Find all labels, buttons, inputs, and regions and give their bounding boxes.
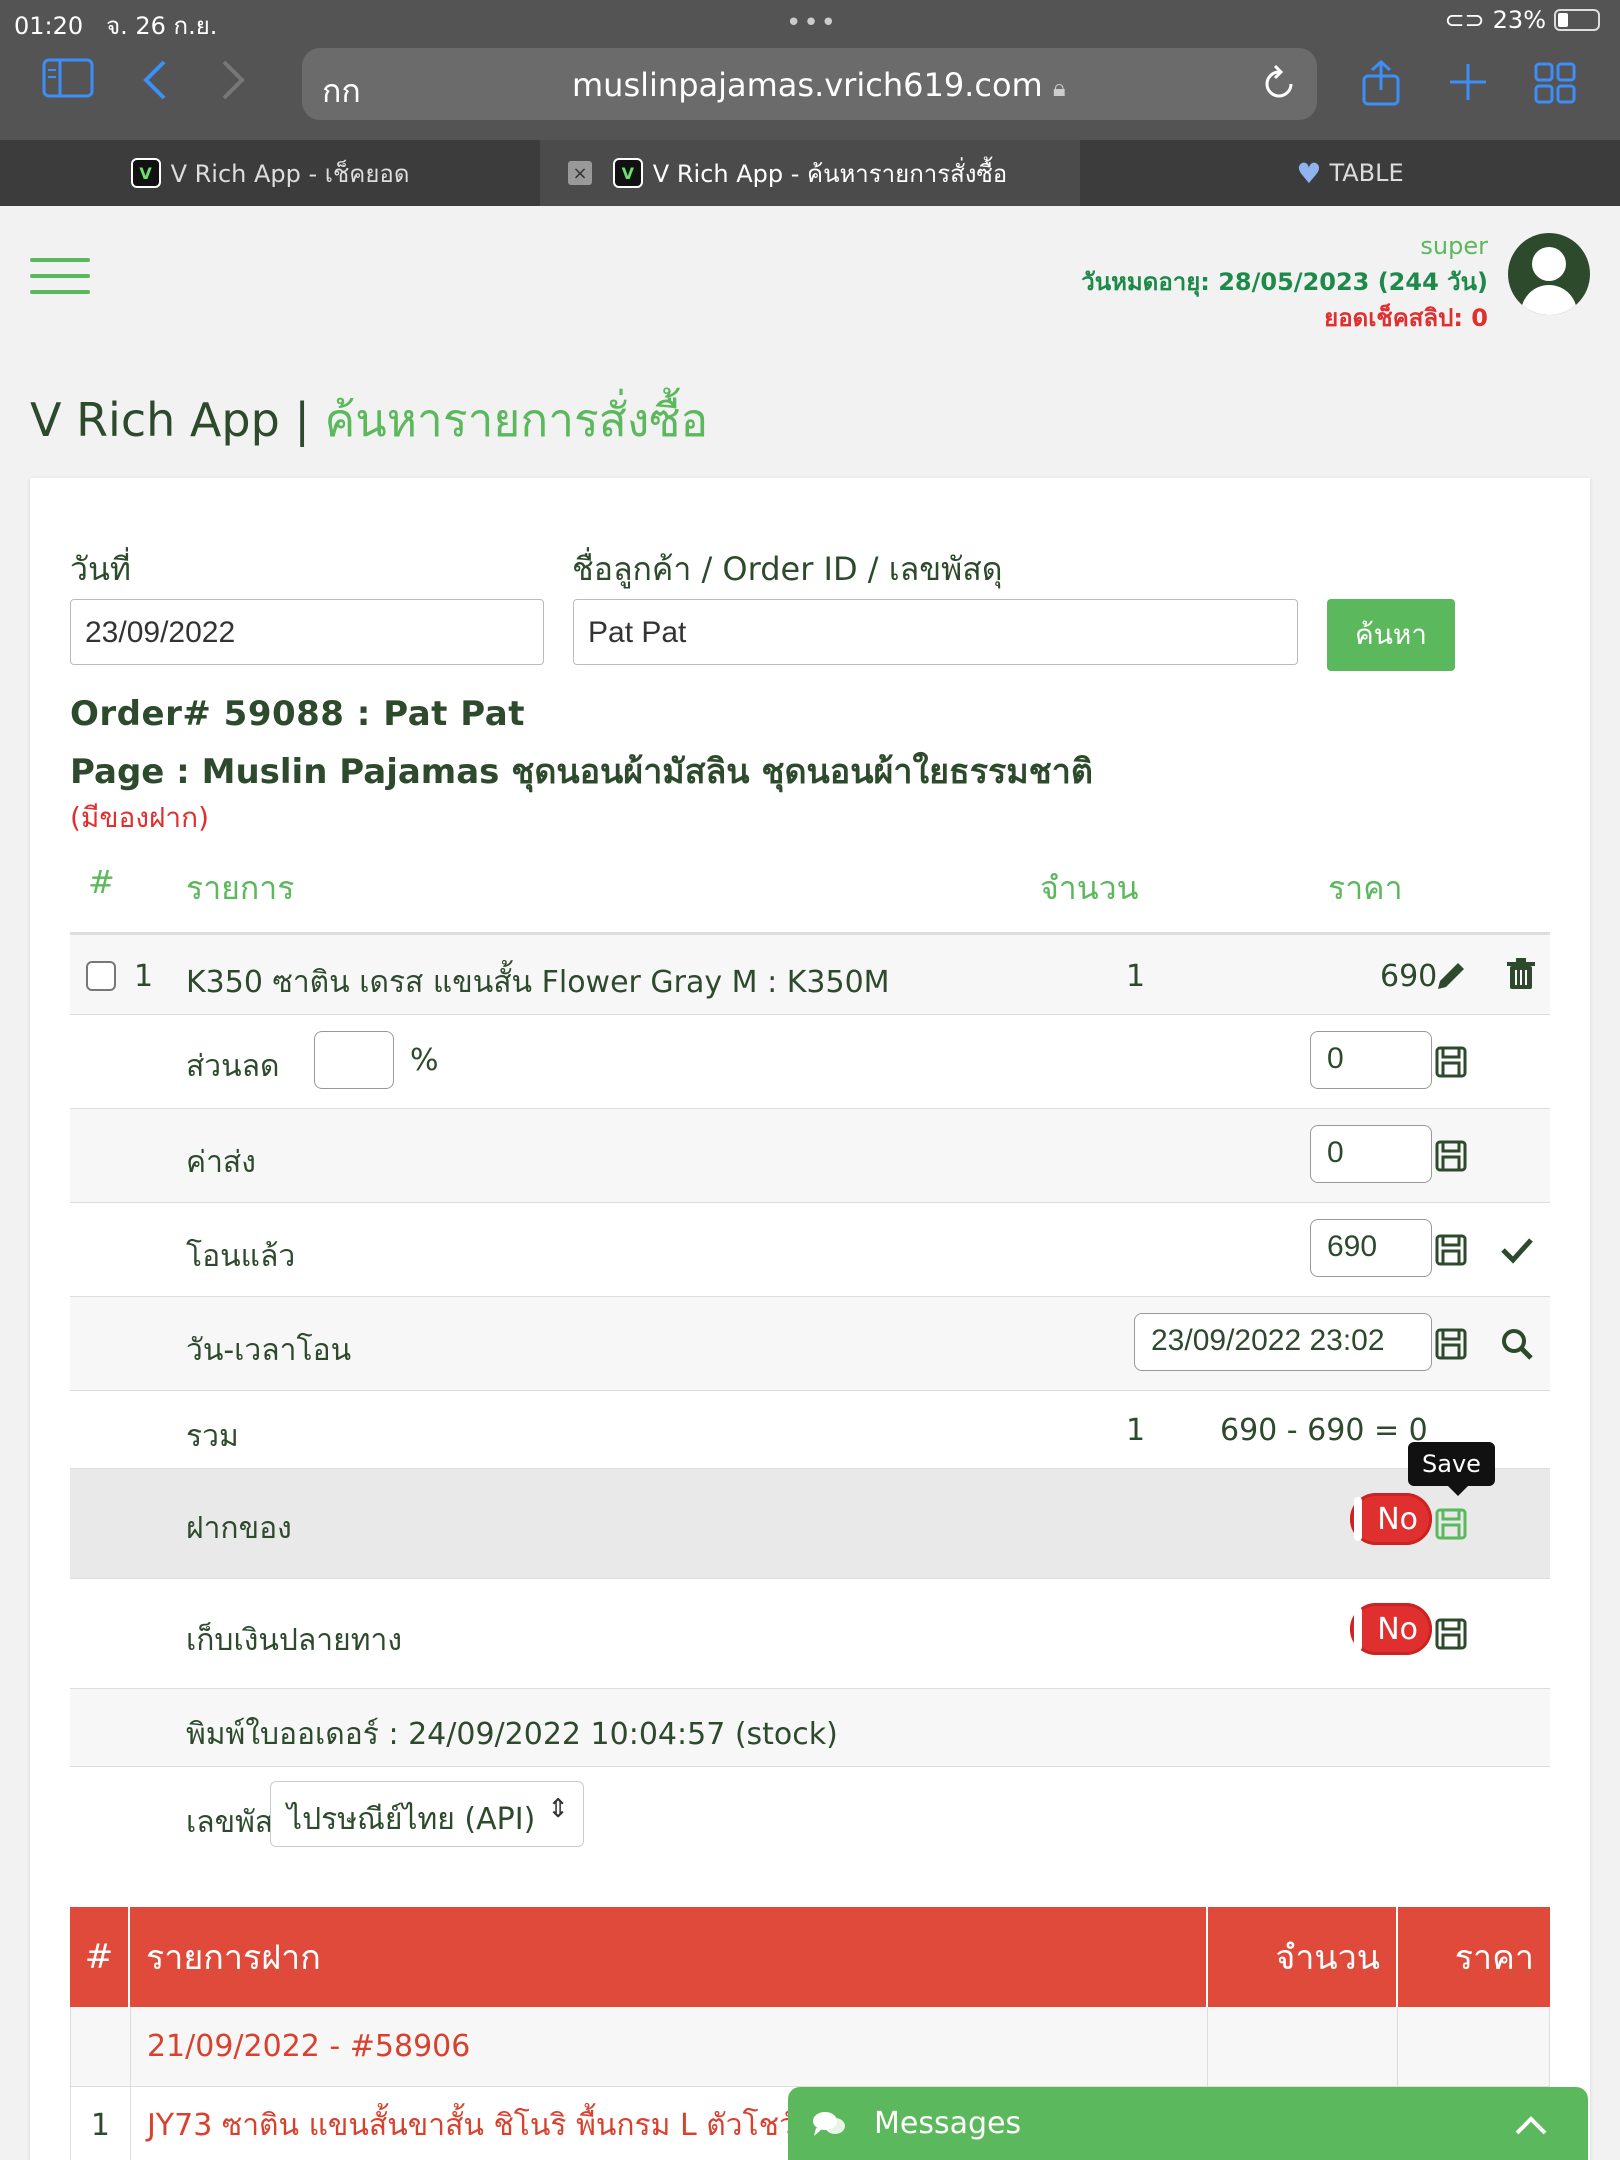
save-paid-icon[interactable]	[1434, 1233, 1468, 1267]
user-info: super วันหมดอายุ: 28/05/2023 (244 วัน) ย…	[1081, 228, 1488, 336]
save-discount-icon[interactable]	[1434, 1045, 1468, 1079]
close-tab-icon[interactable]: ×	[568, 161, 592, 185]
select-arrows-icon: ⇕	[547, 1794, 569, 1824]
page-title: V Rich App | ค้นหารายการสั่งซื้อ	[30, 393, 709, 447]
multitask-dots-icon[interactable]: •••	[786, 8, 838, 38]
printed-info: พิมพ์ใบออเดอร์ : 24/09/2022 10:04:57 (st…	[186, 1717, 838, 1752]
avatar-icon[interactable]	[1508, 233, 1590, 315]
shipping-input[interactable]: 0	[1310, 1125, 1432, 1183]
deposit-group-row: 21/09/2022 - #58906	[70, 2007, 1550, 2087]
save-cod-icon[interactable]	[1434, 1617, 1468, 1651]
paid-row: โอนแล้ว 690	[70, 1202, 1550, 1296]
order-card: วันที่ 23/09/2022 ชื่อลูกค้า / Order ID …	[30, 478, 1590, 2160]
save-shipping-icon[interactable]	[1434, 1139, 1468, 1173]
item-checkbox[interactable]	[86, 961, 116, 991]
status-right: ⊂⊃ 23%	[1444, 6, 1600, 34]
item-price: 690	[1380, 959, 1438, 994]
url-text[interactable]: muslinpajamas.vrich619.com 🔒︎	[572, 66, 1066, 104]
deposit-table-header: # รายการฝาก จำนวน ราคา	[70, 1907, 1550, 2007]
transfer-time-row: วัน-เวลาโอน 23/09/2022 23:02	[70, 1296, 1550, 1390]
search-button[interactable]: ค้นหา	[1327, 599, 1455, 671]
browser-tabs: V V Rich App - เช็คยอด × V V Rich App - …	[0, 140, 1620, 206]
query-label: ชื่อลูกค้า / Order ID / เลขพัสดุ	[572, 550, 1003, 588]
username: super	[1420, 232, 1488, 260]
vrich-favicon-icon: V	[130, 158, 161, 188]
date-input[interactable]: 23/09/2022	[70, 599, 544, 665]
address-bar[interactable]: กก muslinpajamas.vrich619.com 🔒︎	[302, 48, 1317, 120]
check-icon[interactable]	[1500, 1233, 1534, 1267]
shipping-row: ค่าส่ง 0	[70, 1108, 1550, 1202]
save-transfer-time-icon[interactable]	[1434, 1327, 1468, 1361]
tab-overview-icon[interactable]	[1534, 62, 1576, 112]
tab-table[interactable]: ♥ TABLE	[1080, 140, 1620, 206]
cod-toggle[interactable]: No	[1350, 1603, 1432, 1655]
pencil-icon[interactable]	[1434, 959, 1468, 993]
cod-row: เก็บเงินปลายทาง No	[70, 1578, 1550, 1688]
messages-widget[interactable]: Messages	[788, 2087, 1588, 2160]
back-icon[interactable]	[140, 58, 170, 110]
search-icon[interactable]	[1500, 1327, 1534, 1361]
browser-chrome: 01:20 จ. 26 ก.ย. ••• ⊂⊃ 23% กก muslinpaj…	[0, 0, 1620, 140]
trash-icon[interactable]	[1504, 957, 1538, 991]
transfer-time-input[interactable]: 23/09/2022 23:02	[1134, 1313, 1432, 1371]
vrich-favicon-icon: V	[612, 158, 643, 188]
save-deposit-icon[interactable]	[1434, 1507, 1468, 1541]
reload-icon[interactable]	[1261, 62, 1297, 111]
reader-settings-button[interactable]: กก	[322, 66, 361, 117]
discount-percent-input[interactable]	[314, 1031, 394, 1089]
discount-value-input[interactable]: 0	[1310, 1031, 1432, 1089]
order-title: Order# 59088 : Pat Pat	[70, 694, 525, 734]
sidebar-icon[interactable]	[42, 58, 94, 106]
deposit-toggle[interactable]: No	[1350, 1493, 1432, 1545]
chevron-up-icon[interactable]	[1514, 2105, 1548, 2145]
item-name: K350 ซาติน เดรส แขนสั้น Flower Gray M : …	[186, 965, 890, 1000]
printed-row: พิมพ์ใบออเดอร์ : 24/09/2022 10:04:57 (st…	[70, 1688, 1550, 1766]
tab-check-balance[interactable]: V V Rich App - เช็คยอด	[0, 140, 540, 206]
col-qty: จำนวน	[1040, 869, 1139, 907]
col-num: #	[88, 863, 115, 901]
table-row: 1 K350 ซาติน เดรส แขนสั้น Flower Gray M …	[70, 932, 1550, 1014]
chat-icon	[813, 2111, 845, 2136]
total-calc: 690 - 690 = 0	[1220, 1413, 1428, 1448]
battery-icon	[1554, 9, 1600, 31]
forward-icon[interactable]	[218, 58, 248, 110]
share-icon[interactable]	[1360, 59, 1402, 114]
heart-favicon-icon: ♥	[1296, 156, 1322, 190]
date-label: วันที่	[70, 550, 131, 588]
tab-order-search[interactable]: × V V Rich App - ค้นหารายการสั่งซื้อ	[540, 140, 1080, 206]
carrier-select[interactable]: ไปรษณีย์ไทย (API) ⇕	[270, 1781, 584, 1847]
battery-percent: 23%	[1492, 6, 1546, 34]
expiry-date: วันหมดอายุ: 28/05/2023 (244 วัน)	[1081, 268, 1488, 296]
discount-row: ส่วนลด % 0	[70, 1014, 1550, 1108]
new-tab-icon[interactable]	[1448, 62, 1488, 110]
save-tooltip: Save	[1408, 1442, 1495, 1496]
paid-input[interactable]: 690	[1310, 1219, 1432, 1277]
order-page: Page : Muslin Pajamas ชุดนอนผ้ามัสลิน ชุ…	[70, 752, 1093, 792]
query-input[interactable]: Pat Pat	[573, 599, 1298, 665]
order-note: (มีของฝาก)	[70, 801, 210, 834]
menu-icon[interactable]	[30, 258, 90, 294]
total-qty: 1	[1126, 1413, 1146, 1448]
total-row: รวม 1 690 - 690 = 0	[70, 1390, 1550, 1468]
item-qty: 1	[1126, 959, 1146, 994]
col-item: รายการ	[186, 869, 295, 907]
link-icon: ⊂⊃	[1444, 6, 1485, 34]
status-time: 01:20 จ. 26 ก.ย.	[14, 12, 218, 40]
lock-icon: 🔒︎	[1052, 74, 1066, 102]
deposit-row: ฝากของ No	[70, 1468, 1550, 1578]
col-price: ราคา	[1328, 869, 1403, 907]
slip-count: ยอดเช็คสลิป: 0	[1324, 304, 1488, 332]
deposit-group[interactable]: 21/09/2022 - #58906	[131, 2007, 1209, 2086]
